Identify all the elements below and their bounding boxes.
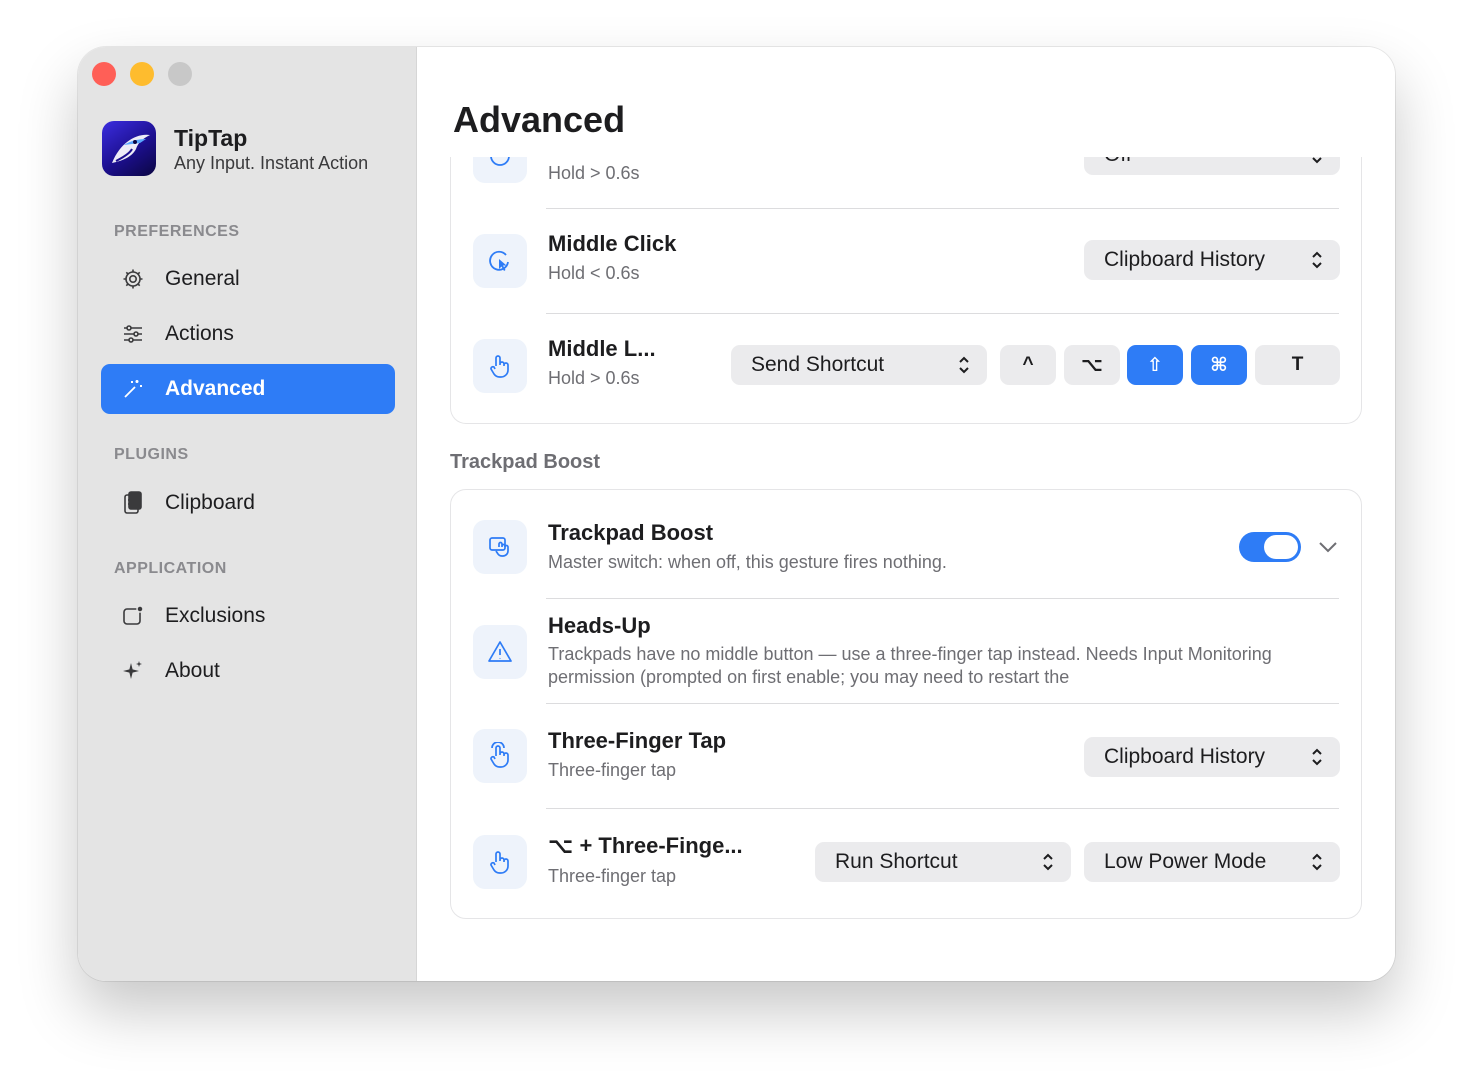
toggle-knob [1264,535,1298,559]
chevron-updown-icon [1312,251,1322,269]
chevron-updown-icon [1312,853,1322,871]
main-content: Advanced Hold > 0.6s Off [417,47,1395,981]
heads-up-message: Trackpads have no middle button — use a … [548,644,1272,687]
row-title: Middle Click [548,231,677,256]
middle-click-row: Middle Click Hold < 0.6s Clipboard Histo… [451,209,1363,313]
modifier-control-key[interactable]: ^ [1000,345,1056,385]
sidebar-item-label: General [165,267,240,290]
trackpad-icon [473,520,527,574]
trackpad-section-title: Trackpad Boost [450,451,601,473]
chevron-down-icon[interactable] [1316,535,1340,559]
page-title: Advanced [453,99,626,140]
middle-long-press-row: Middle L... Hold > 0.6s Send Shortcut ^ … [451,314,1363,422]
app-title-block: TipTap Any Input. Instant Action [174,124,368,174]
section-label-plugins: PLUGINS [114,446,189,463]
sidebar-item-exclusions[interactable]: Exclusions [101,591,395,641]
modifier-shift-key[interactable]: ⇧ [1127,345,1183,385]
modifier-option-key[interactable]: ⌥ [1064,345,1120,385]
select-value: Run Shortcut [835,850,958,873]
row-subtitle: Three-finger tap [548,760,677,780]
hand-tap-icon [473,339,527,393]
select-value: Clipboard History [1104,745,1266,768]
chevron-updown-icon [1312,157,1322,164]
row-subtitle: Hold > 0.6s [548,368,640,388]
trackpad-boost-toggle[interactable] [1239,532,1301,562]
row-subtitle: Three-finger tap [548,866,677,886]
row-title: Three-Finger Tap [548,728,727,753]
heads-up-row: Heads-Up Trackpads have no middle button… [451,599,1363,703]
window-controls [92,62,192,86]
hand-tap-icon [473,729,527,783]
settings-window: TipTap Any Input. Instant Action PREFERE… [78,47,1395,981]
row-title: ⌥ + Three-Finge... [548,833,743,858]
sidebar-item-general[interactable]: General [101,254,395,304]
row-subtitle: Hold > 0.6s [548,163,640,183]
row-subtitle: Hold < 0.6s [548,263,640,283]
select-value: Send Shortcut [751,353,885,376]
window-badge-icon [121,604,145,628]
pointer-icon [473,157,527,183]
select-value: Clipboard History [1104,248,1266,271]
row-title: Trackpad Boost [548,520,714,545]
section-label-application: APPLICATION [114,560,227,577]
clipboard-icon [121,491,145,515]
trackpad-boost-card: Trackpad Boost Master switch: when off, … [450,489,1362,919]
hand-tap-icon [473,835,527,889]
shortcut-key-input[interactable]: T [1255,345,1340,385]
option-three-finger-action-select[interactable]: Run Shortcut [815,842,1071,882]
option-three-finger-shortcut-select[interactable]: Low Power Mode [1084,842,1340,882]
sidebar-item-clipboard[interactable]: Clipboard [101,478,395,528]
mouse-actions-card: Hold > 0.6s Off Middle Click Hold < 0.6s [450,157,1362,424]
three-finger-action-select[interactable]: Clipboard History [1084,737,1340,777]
chevron-updown-icon [1043,853,1053,871]
sidebar-item-label: Actions [165,322,234,345]
three-finger-tap-row: Three-Finger Tap Three-finger tap Clipbo… [451,704,1363,808]
warning-icon [473,625,527,679]
middle-long-action-select[interactable]: Send Shortcut [731,345,987,385]
gear-icon [121,267,145,291]
sidebar-item-label: Exclusions [165,604,266,627]
select-value: Off [1104,157,1132,167]
middle-click-action-select[interactable]: Clipboard History [1084,240,1340,280]
sparkles-icon [121,659,145,683]
app-tagline: Any Input. Instant Action [174,152,369,173]
sidebar-item-about[interactable]: About [101,646,395,696]
partial-action-select[interactable]: Off [1084,157,1340,175]
sidebar-item-advanced[interactable]: Advanced [101,364,395,414]
sidebar-item-actions[interactable]: Actions [101,309,395,359]
chevron-updown-icon [959,356,969,374]
chevron-updown-icon [1312,748,1322,766]
option-three-finger-row: ⌥ + Three-Finge... Three-finger tap Run … [451,809,1363,917]
partial-row: Hold > 0.6s Off [451,157,1363,207]
row-subtitle: Master switch: when off, this gesture fi… [548,552,947,572]
sliders-icon [121,322,145,346]
trackpad-boost-row: Trackpad Boost Master switch: when off, … [451,490,1363,598]
sidebar-item-label: Clipboard [165,491,255,514]
modifier-command-key[interactable]: ⌘ [1191,345,1247,385]
minimize-button[interactable] [130,62,154,86]
sidebar-item-label: Advanced [165,377,266,400]
sidebar-item-label: About [165,659,220,682]
app-logo-icon [102,121,156,176]
zoom-button[interactable] [168,62,192,86]
row-title: Heads-Up [548,613,651,638]
cursor-click-icon [473,234,527,288]
app-header: TipTap Any Input. Instant Action [102,121,368,176]
section-label-preferences: PREFERENCES [114,223,240,240]
app-name: TipTap [174,124,248,151]
sidebar: TipTap Any Input. Instant Action PREFERE… [78,47,417,981]
select-value: Low Power Mode [1104,850,1267,873]
close-button[interactable] [92,62,116,86]
magic-wand-icon [121,377,145,401]
row-title: Middle L... [548,336,656,361]
